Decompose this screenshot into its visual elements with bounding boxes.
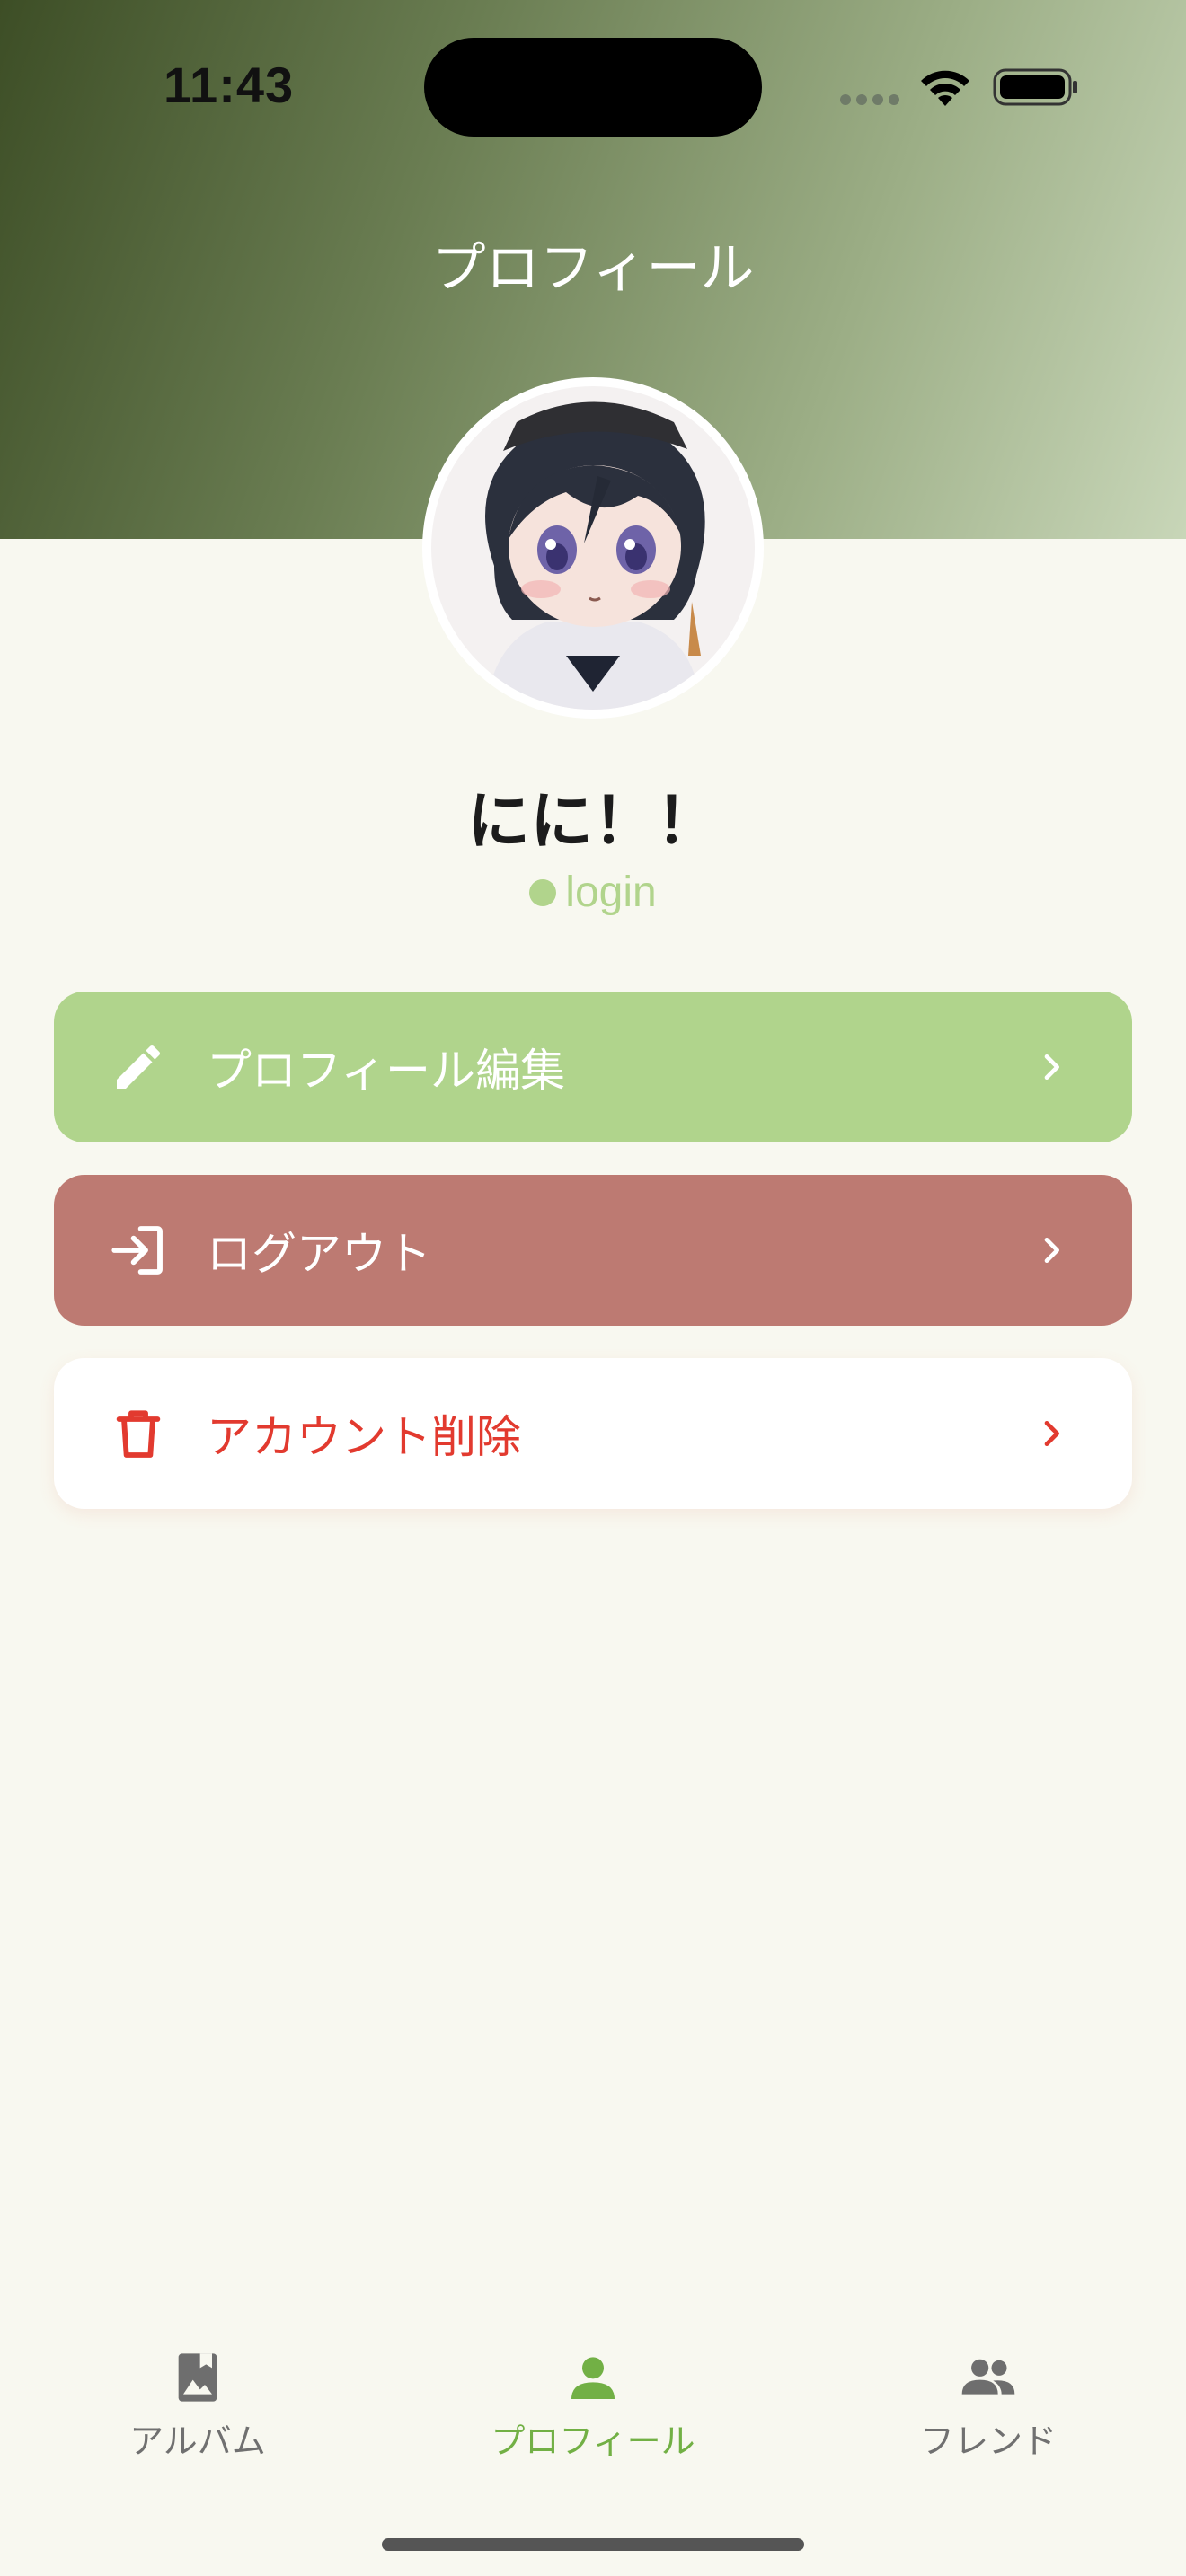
home-indicator[interactable] [382,2538,804,2551]
pencil-icon [117,1045,161,1089]
status-bar-time: 11:43 [164,57,295,113]
tab-profile-label: プロフィール [491,2422,695,2461]
logout-label: ログアウト [207,1228,431,1280]
chevron-right-icon [1044,1421,1059,1446]
trash-icon [116,1410,161,1458]
status-text: login [565,869,657,916]
logout-button[interactable]: ログアウト [54,1175,1132,1326]
album-icon [178,2353,217,2402]
delete-account-button[interactable]: アカウント削除 [54,1358,1132,1509]
tab-profile[interactable]: プロフィール [395,2325,791,2505]
cellular-signal-icon [840,94,899,105]
edit-profile-label: プロフィール編集 [207,1045,565,1097]
delete-account-label: アカウント削除 [207,1411,521,1463]
status-dot [529,878,557,906]
login-arrow-icon [111,1226,163,1275]
profile-screen: 11:43 プロフィール にに！！ login プロフィール編集 ログアウト ア… [0,0,1186,2576]
chevron-right-icon [1044,1054,1059,1080]
username: にに！！ [467,784,719,858]
chevron-right-icon [1044,1238,1059,1263]
people-icon [961,2359,1015,2395]
tab-friends[interactable]: フレンド [791,2325,1186,2505]
battery-icon [993,68,1077,106]
edit-profile-button[interactable]: プロフィール編集 [54,992,1132,1142]
tab-album[interactable]: アルバム [0,2325,395,2505]
avatar-image [431,386,755,710]
tab-album-label: アルバム [129,2422,266,2461]
person-icon [571,2357,615,2399]
wifi-icon [921,70,969,106]
login-status: login [0,868,1186,917]
avatar [422,377,764,719]
page-title: プロフィール [431,237,755,300]
tab-friends-label: フレンド [919,2422,1057,2461]
dynamic-island [424,38,762,137]
